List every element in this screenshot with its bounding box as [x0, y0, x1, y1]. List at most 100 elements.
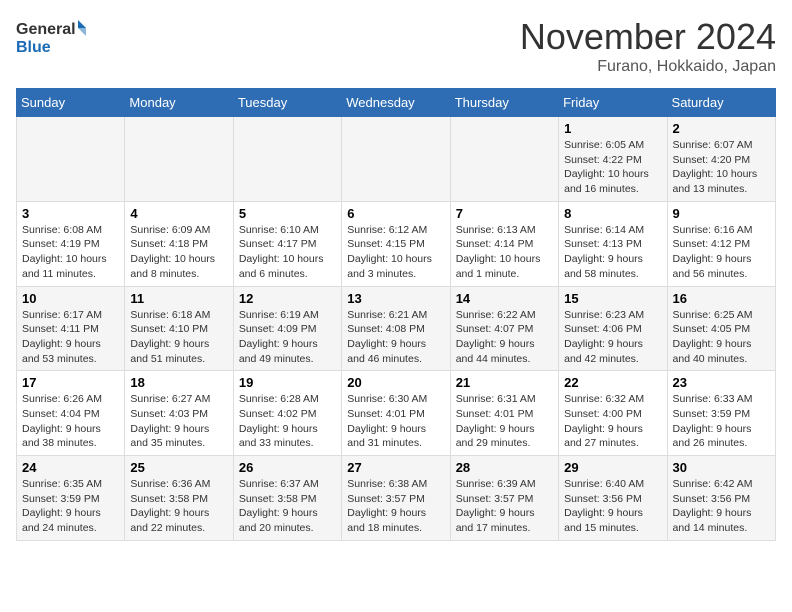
- calendar-cell: 2 Sunrise: 6:07 AM Sunset: 4:20 PM Daylig…: [667, 117, 775, 202]
- day-number: 13: [347, 291, 444, 306]
- calendar-cell: 14Sunrise: 6:22 AM Sunset: 4:07 PM Dayli…: [450, 286, 558, 371]
- day-number: 18: [130, 375, 227, 390]
- calendar-cell: 6Sunrise: 6:12 AM Sunset: 4:15 PM Daylig…: [342, 201, 450, 286]
- day-number: 14: [456, 291, 553, 306]
- calendar-cell: 9 Sunrise: 6:16 AM Sunset: 4:12 PM Daylig…: [667, 201, 775, 286]
- day-info: Sunrise: 6:28 AM Sunset: 4:02 PM Dayligh…: [239, 392, 336, 451]
- weekday-header-sunday: Sunday: [17, 89, 125, 117]
- day-info: Sunrise: 6:10 AM Sunset: 4:17 PM Dayligh…: [239, 223, 336, 282]
- calendar-cell: [342, 117, 450, 202]
- calendar-cell: 24 Sunrise: 6:35 AM Sunset: 3:59 PM Dayli…: [17, 456, 125, 541]
- calendar-cell: 18 Sunrise: 6:27 AM Sunset: 4:03 PM Dayli…: [125, 371, 233, 456]
- svg-text:General: General: [16, 21, 76, 38]
- day-number: 4: [130, 206, 227, 221]
- day-number: 5: [239, 206, 336, 221]
- calendar-cell: 21 Sunrise: 6:31 AM Sunset: 4:01 PM Dayli…: [450, 371, 558, 456]
- day-number: 22: [564, 375, 661, 390]
- day-info: Sunrise: 6:36 AM Sunset: 3:58 PM Dayligh…: [130, 477, 227, 536]
- calendar-cell: 3 Sunrise: 6:08 AM Sunset: 4:19 PM Daylig…: [17, 201, 125, 286]
- week-row-2: 10 Sunrise: 6:17 AM Sunset: 4:11 PM Dayli…: [17, 286, 776, 371]
- calendar-cell: 20Sunrise: 6:30 AM Sunset: 4:01 PM Dayli…: [342, 371, 450, 456]
- day-number: 25: [130, 460, 227, 475]
- calendar-cell: 8 Sunrise: 6:14 AM Sunset: 4:13 PM Daylig…: [559, 201, 667, 286]
- day-number: 1: [564, 121, 661, 136]
- day-info: Sunrise: 6:31 AM Sunset: 4:01 PM Dayligh…: [456, 392, 553, 451]
- week-row-0: 1 Sunrise: 6:05 AM Sunset: 4:22 PM Daylig…: [17, 117, 776, 202]
- day-info: Sunrise: 6:19 AM Sunset: 4:09 PM Dayligh…: [239, 308, 336, 367]
- day-number: 19: [239, 375, 336, 390]
- day-info: Sunrise: 6:40 AM Sunset: 3:56 PM Dayligh…: [564, 477, 661, 536]
- day-info: Sunrise: 6:23 AM Sunset: 4:06 PM Dayligh…: [564, 308, 661, 367]
- day-number: 27: [347, 460, 444, 475]
- calendar-cell: 5 Sunrise: 6:10 AM Sunset: 4:17 PM Daylig…: [233, 201, 341, 286]
- calendar-cell: 7 Sunrise: 6:13 AM Sunset: 4:14 PM Daylig…: [450, 201, 558, 286]
- day-number: 9: [673, 206, 770, 221]
- day-info: Sunrise: 6:27 AM Sunset: 4:03 PM Dayligh…: [130, 392, 227, 451]
- weekday-header-friday: Friday: [559, 89, 667, 117]
- day-number: 17: [22, 375, 119, 390]
- day-number: 10: [22, 291, 119, 306]
- month-title: November 2024: [520, 16, 776, 58]
- day-info: Sunrise: 6:14 AM Sunset: 4:13 PM Dayligh…: [564, 223, 661, 282]
- calendar-cell: 4 Sunrise: 6:09 AM Sunset: 4:18 PM Daylig…: [125, 201, 233, 286]
- day-number: 24: [22, 460, 119, 475]
- calendar-cell: [450, 117, 558, 202]
- day-number: 28: [456, 460, 553, 475]
- weekday-header-tuesday: Tuesday: [233, 89, 341, 117]
- day-info: Sunrise: 6:26 AM Sunset: 4:04 PM Dayligh…: [22, 392, 119, 451]
- day-number: 23: [673, 375, 770, 390]
- weekday-header-thursday: Thursday: [450, 89, 558, 117]
- day-number: 15: [564, 291, 661, 306]
- calendar-cell: 29 Sunrise: 6:40 AM Sunset: 3:56 PM Dayli…: [559, 456, 667, 541]
- location-title: Furano, Hokkaido, Japan: [520, 58, 776, 76]
- day-info: Sunrise: 6:18 AM Sunset: 4:10 PM Dayligh…: [130, 308, 227, 367]
- day-info: Sunrise: 6:39 AM Sunset: 3:57 PM Dayligh…: [456, 477, 553, 536]
- day-number: 16: [673, 291, 770, 306]
- calendar-cell: 13Sunrise: 6:21 AM Sunset: 4:08 PM Dayli…: [342, 286, 450, 371]
- calendar-cell: 17 Sunrise: 6:26 AM Sunset: 4:04 PM Dayli…: [17, 371, 125, 456]
- title-area: November 2024 Furano, Hokkaido, Japan: [520, 16, 776, 76]
- day-number: 21: [456, 375, 553, 390]
- weekday-header-row: SundayMondayTuesdayWednesdayThursdayFrid…: [17, 89, 776, 117]
- day-info: Sunrise: 6:13 AM Sunset: 4:14 PM Dayligh…: [456, 223, 553, 282]
- day-info: Sunrise: 6:38 AM Sunset: 3:57 PM Dayligh…: [347, 477, 444, 536]
- day-info: Sunrise: 6:33 AM Sunset: 3:59 PM Dayligh…: [673, 392, 770, 451]
- calendar-cell: 19 Sunrise: 6:28 AM Sunset: 4:02 PM Dayli…: [233, 371, 341, 456]
- calendar-cell: 16 Sunrise: 6:25 AM Sunset: 4:05 PM Dayli…: [667, 286, 775, 371]
- calendar-cell: [125, 117, 233, 202]
- calendar-cell: 10 Sunrise: 6:17 AM Sunset: 4:11 PM Dayli…: [17, 286, 125, 371]
- day-info: Sunrise: 6:42 AM Sunset: 3:56 PM Dayligh…: [673, 477, 770, 536]
- weekday-header-wednesday: Wednesday: [342, 89, 450, 117]
- logo-svg: GeneralBlue: [16, 16, 96, 56]
- calendar-cell: 30 Sunrise: 6:42 AM Sunset: 3:56 PM Dayli…: [667, 456, 775, 541]
- weekday-header-saturday: Saturday: [667, 89, 775, 117]
- day-number: 2: [673, 121, 770, 136]
- day-info: Sunrise: 6:32 AM Sunset: 4:00 PM Dayligh…: [564, 392, 661, 451]
- calendar-cell: 12 Sunrise: 6:19 AM Sunset: 4:09 PM Dayli…: [233, 286, 341, 371]
- day-info: Sunrise: 6:30 AM Sunset: 4:01 PM Dayligh…: [347, 392, 444, 451]
- calendar-cell: 11Sunrise: 6:18 AM Sunset: 4:10 PM Dayli…: [125, 286, 233, 371]
- day-info: Sunrise: 6:25 AM Sunset: 4:05 PM Dayligh…: [673, 308, 770, 367]
- day-info: Sunrise: 6:09 AM Sunset: 4:18 PM Dayligh…: [130, 223, 227, 282]
- calendar-cell: 25 Sunrise: 6:36 AM Sunset: 3:58 PM Dayli…: [125, 456, 233, 541]
- day-number: 29: [564, 460, 661, 475]
- day-info: Sunrise: 6:35 AM Sunset: 3:59 PM Dayligh…: [22, 477, 119, 536]
- day-info: Sunrise: 6:08 AM Sunset: 4:19 PM Dayligh…: [22, 223, 119, 282]
- calendar-cell: [17, 117, 125, 202]
- calendar-cell: [233, 117, 341, 202]
- svg-text:Blue: Blue: [16, 39, 51, 56]
- day-info: Sunrise: 6:37 AM Sunset: 3:58 PM Dayligh…: [239, 477, 336, 536]
- day-number: 7: [456, 206, 553, 221]
- week-row-1: 3 Sunrise: 6:08 AM Sunset: 4:19 PM Daylig…: [17, 201, 776, 286]
- calendar-cell: 27 Sunrise: 6:38 AM Sunset: 3:57 PM Dayli…: [342, 456, 450, 541]
- day-number: 3: [22, 206, 119, 221]
- day-number: 12: [239, 291, 336, 306]
- day-number: 8: [564, 206, 661, 221]
- day-info: Sunrise: 6:07 AM Sunset: 4:20 PM Dayligh…: [673, 138, 770, 197]
- calendar-cell: 23 Sunrise: 6:33 AM Sunset: 3:59 PM Dayli…: [667, 371, 775, 456]
- day-number: 30: [673, 460, 770, 475]
- calendar-table: SundayMondayTuesdayWednesdayThursdayFrid…: [16, 88, 776, 541]
- day-info: Sunrise: 6:17 AM Sunset: 4:11 PM Dayligh…: [22, 308, 119, 367]
- day-info: Sunrise: 6:05 AM Sunset: 4:22 PM Dayligh…: [564, 138, 661, 197]
- day-info: Sunrise: 6:16 AM Sunset: 4:12 PM Dayligh…: [673, 223, 770, 282]
